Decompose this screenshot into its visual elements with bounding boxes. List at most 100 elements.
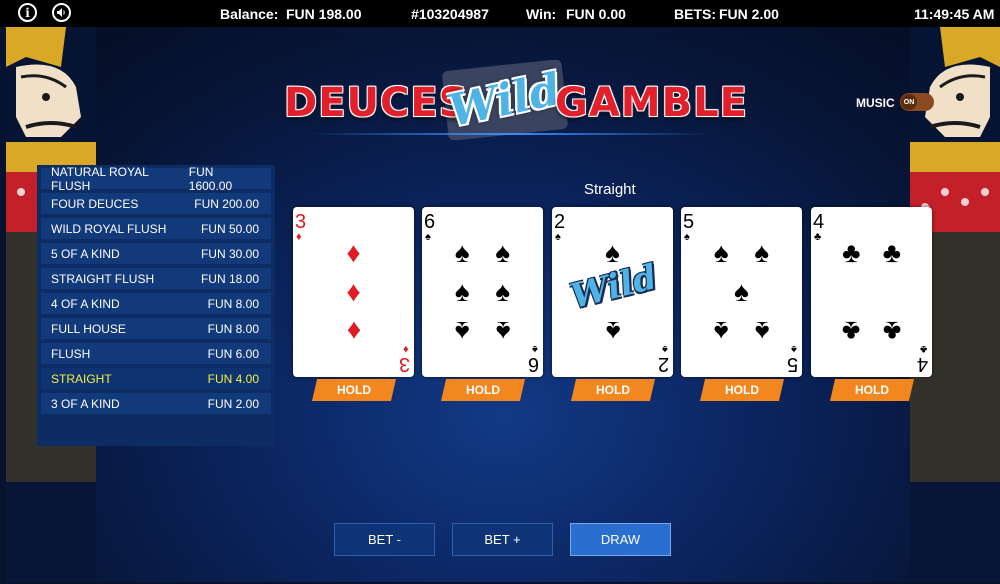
balance-value: FUN 198.00 <box>286 6 362 22</box>
hold-button-4[interactable]: HOLD <box>700 379 784 401</box>
speaker-icon[interactable] <box>52 3 71 22</box>
paytable-hand: 4 OF A KIND <box>51 296 120 311</box>
card-4[interactable]: 5 ♠ 5 ♠ ♠ ♠ ♠ ♠ ♠ <box>681 207 802 377</box>
status-bar: i Balance: FUN 198.00 #103204987 Win: FU… <box>0 0 1000 27</box>
paytable-hand: STRAIGHT <box>51 371 112 386</box>
card-3[interactable]: 2 ♠ 2 ♠ ♠ ♠ Wild <box>552 207 673 377</box>
hold-button-1[interactable]: HOLD <box>312 379 396 401</box>
card-rank: 2 <box>657 353 669 375</box>
paytable-pay: FUN 30.00 <box>200 246 259 261</box>
card-suit-small: ♦ <box>403 343 409 355</box>
paytable-row: 3 OF A KIND FUN 2.00 <box>41 393 271 414</box>
logo-gamble: GAMBLE <box>555 80 748 126</box>
paytable-pay: FUN 18.00 <box>200 271 259 286</box>
paytable-pay: FUN 8.00 <box>207 296 259 311</box>
paytable-row: STRAIGHT FUN 4.00 <box>41 368 271 389</box>
card-pip: ♠ <box>495 237 511 268</box>
card-rank: 4 <box>813 211 825 233</box>
hold-button-3[interactable]: HOLD <box>571 379 655 401</box>
paytable-row: FULL HOUSE FUN 8.00 <box>41 318 271 339</box>
card-rank: 6 <box>527 353 539 375</box>
clock: 11:49:45 AM <box>914 6 995 22</box>
card-5[interactable]: 4 ♣ 4 ♣ ♣ ♣ ♣ ♣ <box>811 207 932 377</box>
paytable-hand: 3 OF A KIND <box>51 396 120 411</box>
card-pip: ♦ <box>346 316 361 347</box>
paytable-pay: FUN 50.00 <box>200 221 259 236</box>
card-suit-small: ♠ <box>532 343 538 355</box>
paytable-row: STRAIGHT FLUSH FUN 18.00 <box>41 268 271 289</box>
card-2[interactable]: 6 ♠ 6 ♠ ♠ ♠ ♠ ♠ ♠ ♠ <box>422 207 543 377</box>
card-rank: 3 <box>398 353 410 375</box>
card-suit-small: ♠ <box>555 231 561 243</box>
paytable-hand: WILD ROYAL FLUSH <box>51 221 167 236</box>
logo-deuces: DEUCES <box>284 80 469 126</box>
card-rank: 4 <box>916 353 928 375</box>
game-logo: DEUCES Wild GAMBLE <box>280 55 747 145</box>
card-pip: ♠ <box>454 316 470 347</box>
win-value: FUN 0.00 <box>566 6 626 22</box>
bets-value: FUN 2.00 <box>719 6 779 22</box>
paytable-hand: FOUR DEUCES <box>51 196 139 211</box>
paytable-row: 5 OF A KIND FUN 30.00 <box>41 243 271 264</box>
card-suit-small: ♦ <box>296 231 302 243</box>
card-1[interactable]: 3 ♦ 3 ♦ ♦ ♦ ♦ <box>293 207 414 377</box>
card-pip: ♦ <box>346 237 361 268</box>
card-pip: ♣ <box>882 237 901 268</box>
wild-badge: Wild <box>566 257 661 317</box>
hold-button-2[interactable]: HOLD <box>441 379 525 401</box>
hold-button-5[interactable]: HOLD <box>830 379 914 401</box>
card-pip: ♣ <box>842 316 861 347</box>
bet-plus-button[interactable]: BET + <box>452 523 553 556</box>
card-pip: ♠ <box>754 316 770 347</box>
paytable-row: 4 OF A KIND FUN 8.00 <box>41 293 271 314</box>
card-pip: ♠ <box>454 276 470 307</box>
draw-button[interactable]: DRAW <box>570 523 671 556</box>
card-rank: 3 <box>295 211 307 233</box>
card-pip: ♠ <box>605 237 620 268</box>
paytable: NATURAL ROYAL FLUSH FUN 1600.00 FOUR DEUCE… <box>37 165 275 446</box>
paytable-row: NATURAL ROYAL FLUSH FUN 1600.00 <box>41 165 271 193</box>
paytable-row: FOUR DEUCES FUN 200.00 <box>41 193 271 214</box>
bet-minus-button[interactable]: BET - <box>334 523 435 556</box>
paytable-pay: FUN 1600.00 <box>188 164 233 193</box>
card-suit-small: ♠ <box>425 231 431 243</box>
bets-label: BETS: <box>674 6 716 22</box>
balance-label: Balance: <box>220 6 279 22</box>
paytable-row: FLUSH FUN 6.00 <box>41 343 271 364</box>
info-icon[interactable]: i <box>18 3 37 22</box>
paytable-pay: FUN 4.00 <box>207 371 259 386</box>
card-suit-small: ♣ <box>919 343 927 355</box>
paytable-pay: FUN 200.00 <box>194 196 259 211</box>
card-rank: 5 <box>786 353 798 375</box>
card-rank: 2 <box>554 211 566 233</box>
card-pip: ♣ <box>882 316 901 347</box>
paytable-hand: STRAIGHT FLUSH <box>51 271 155 286</box>
card-suit-small: ♠ <box>684 231 690 243</box>
card-pip: ♦ <box>346 276 361 307</box>
music-toggle-knob: ON <box>901 94 917 110</box>
card-pip: ♠ <box>605 316 620 347</box>
card-pip: ♠ <box>734 276 749 307</box>
music-toggle[interactable]: ON <box>900 93 934 111</box>
card-suit-small: ♠ <box>791 343 797 355</box>
paytable-hand: FLUSH <box>51 346 91 361</box>
card-pip: ♠ <box>713 237 729 268</box>
paytable-pay: FUN 2.00 <box>207 396 259 411</box>
hand-result: Straight <box>584 181 636 198</box>
card-pip: ♠ <box>713 316 729 347</box>
card-pip: ♠ <box>454 237 470 268</box>
card-pip: ♠ <box>495 316 511 347</box>
card-suit-small: ♠ <box>662 343 668 355</box>
game-id: #103204987 <box>411 6 489 22</box>
card-pip: ♠ <box>754 237 770 268</box>
card-suit-small: ♣ <box>814 231 822 243</box>
card-rank: 6 <box>424 211 436 233</box>
card-rank: 5 <box>683 211 695 233</box>
card-pip: ♣ <box>842 237 861 268</box>
paytable-hand: 5 OF A KIND <box>51 246 120 261</box>
paytable-pay: FUN 8.00 <box>207 321 259 336</box>
card-pip: ♠ <box>495 276 511 307</box>
win-label: Win: <box>526 6 557 22</box>
paytable-pay: FUN 6.00 <box>207 346 259 361</box>
paytable-hand: FULL HOUSE <box>51 321 126 336</box>
